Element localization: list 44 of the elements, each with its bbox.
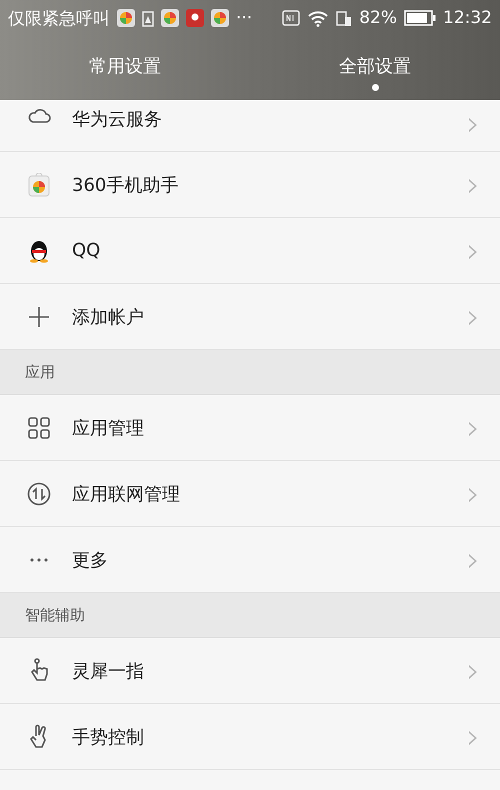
app-icon[interactable] [211,9,229,27]
section-title: 应用 [25,362,55,382]
gesture-icon [29,724,49,750]
tab[interactable]: 全部设置 [250,36,500,100]
chevron-icon: › [466,234,480,268]
settings-item[interactable]: 应用管理 [72,416,466,440]
chevron-icon: › [466,476,480,510]
wifi-icon [307,10,330,26]
more-notifications: ··· [236,8,252,28]
battery-percent: 82% [359,8,397,28]
settings-item[interactable]: 添加帐户 [72,304,466,328]
settings-item[interactable]: 灵犀一指 [72,658,466,682]
battery-icon [404,10,436,26]
nfc-icon [282,10,300,26]
app-icon[interactable] [161,9,179,27]
chevron-icon: › [466,720,480,754]
settings-item[interactable]: 华为云服务 [72,107,466,131]
settings-item[interactable]: 更多 [72,548,466,572]
tab[interactable]: 常用设置 [0,36,250,100]
plus-icon [28,306,50,328]
chevron-icon: › [466,300,480,334]
app-icon [28,172,50,196]
settings-item[interactable]: 360手机助手 [72,172,466,196]
chevron-icon: › [466,542,480,576]
more-icon [30,558,48,562]
settings-item[interactable]: 应用联网管理 [72,482,466,506]
status-text: 仅限紧急呼叫 [8,8,110,30]
grid-icon [28,416,50,438]
app-icon [186,9,204,27]
chevron-icon: › [466,410,480,444]
app-icon[interactable] [117,9,135,27]
section-title: 智能辅助 [25,606,85,624]
network-icon [27,482,51,506]
cloud-icon [27,107,51,123]
settings-item[interactable]: 手势控制 [72,724,466,748]
battery-warning-icon [142,10,154,26]
chevron-icon: › [466,654,480,688]
settings-item[interactable]: QQ [72,240,466,261]
penguin-icon [28,238,50,262]
sim-icon [336,10,352,26]
finger-icon [29,658,49,684]
chevron-icon: › [466,107,480,141]
chevron-icon: › [466,168,480,202]
clock: 12:32 [443,8,492,28]
